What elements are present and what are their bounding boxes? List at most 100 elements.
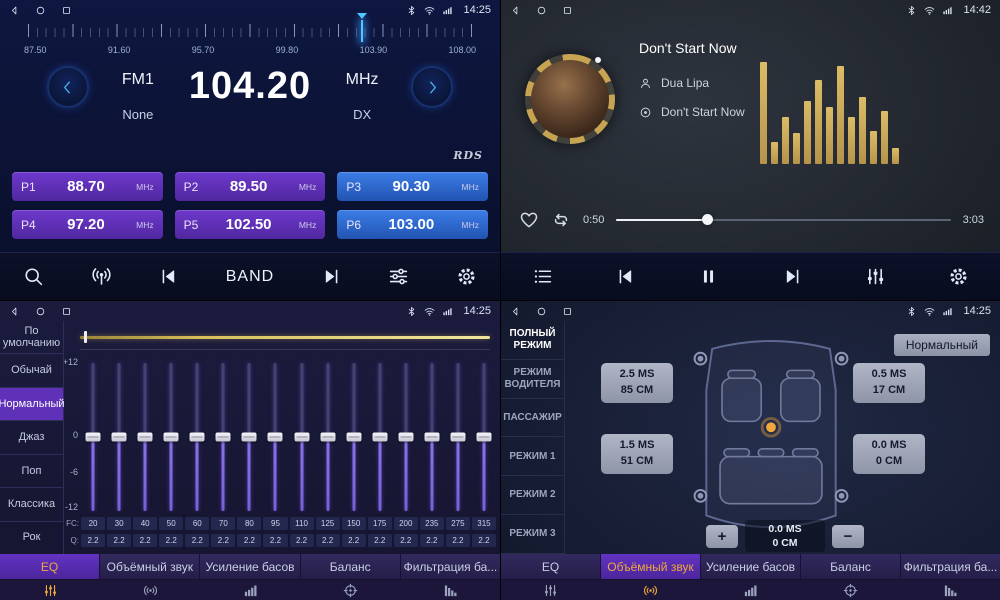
eq-preset-rock[interactable]: Рок xyxy=(0,522,63,554)
eq-band-slider[interactable] xyxy=(262,363,288,511)
back-icon[interactable] xyxy=(9,306,20,317)
mode-3[interactable]: РЕЖИМ 3 xyxy=(501,515,564,554)
seek-bar[interactable] xyxy=(616,213,950,227)
recents-icon[interactable] xyxy=(562,5,573,16)
tab-surround[interactable]: Объёмный звук xyxy=(601,554,701,579)
previous-track-icon[interactable] xyxy=(158,266,179,287)
tab-icon-cell[interactable] xyxy=(200,580,300,600)
eq-band-slider[interactable] xyxy=(341,363,367,511)
tab-icon-cell[interactable] xyxy=(501,580,601,600)
home-icon[interactable] xyxy=(536,5,547,16)
recents-icon[interactable] xyxy=(61,306,72,317)
mode-driver[interactable]: РЕЖИМ ВОДИТЕЛЯ xyxy=(501,360,564,399)
preset-button-p2[interactable]: P2 89.50 MHz xyxy=(175,172,326,201)
favorite-heart-icon[interactable] xyxy=(519,210,539,230)
eq-preset-normal[interactable]: Нормальный xyxy=(0,388,63,421)
tab-bass-boost[interactable]: Усиление басов xyxy=(701,554,801,579)
tab-icon-cell[interactable] xyxy=(0,580,100,600)
tab-icon-cell[interactable] xyxy=(601,580,701,600)
back-icon[interactable] xyxy=(9,5,20,16)
seek-down-button[interactable] xyxy=(49,68,87,106)
previous-track-icon[interactable] xyxy=(615,266,636,287)
tab-filtering[interactable]: Фильтрация ба... xyxy=(401,554,500,579)
tab-bass-boost[interactable]: Усиление басов xyxy=(200,554,300,579)
eq-band-slider[interactable] xyxy=(158,363,184,511)
eq-preset-pop[interactable]: Поп xyxy=(0,455,63,488)
recents-icon[interactable] xyxy=(562,306,573,317)
delay-front-right-button[interactable]: 0.5 MS 17 CM xyxy=(853,363,925,403)
progress-knob[interactable] xyxy=(702,214,713,225)
eq-band-slider[interactable] xyxy=(289,363,315,511)
tab-icon-cell[interactable] xyxy=(900,580,1000,600)
eq-band-slider[interactable] xyxy=(393,363,419,511)
eq-q-value: 2.2 xyxy=(368,534,392,547)
playlist-icon[interactable] xyxy=(532,266,553,287)
home-icon[interactable] xyxy=(536,306,547,317)
settings-gear-icon[interactable] xyxy=(456,266,477,287)
preset-button-p6[interactable]: P6 103.00 MHz xyxy=(337,210,488,239)
pause-icon[interactable] xyxy=(698,266,719,287)
home-icon[interactable] xyxy=(35,5,46,16)
audio-tabs: EQ Объёмный звук Усиление басов Баланс Ф… xyxy=(0,554,500,579)
search-icon[interactable] xyxy=(23,266,44,287)
preset-button-p4[interactable]: P4 97.20 MHz xyxy=(12,210,163,239)
eq-preset-classic[interactable]: Классика xyxy=(0,488,63,521)
delay-decrease-button[interactable]: − xyxy=(832,525,864,548)
tab-eq[interactable]: EQ xyxy=(0,554,100,579)
back-icon[interactable] xyxy=(510,306,521,317)
preset-button-p1[interactable]: P1 88.70 MHz xyxy=(12,172,163,201)
mode-2[interactable]: РЕЖИМ 2 xyxy=(501,476,564,515)
tab-balance[interactable]: Баланс xyxy=(301,554,401,579)
tab-icon-cell[interactable] xyxy=(300,580,400,600)
eq-band-slider[interactable] xyxy=(106,363,132,511)
mode-passenger[interactable]: ПАССАЖИР xyxy=(501,399,564,438)
eq-preset-jazz[interactable]: Джаз xyxy=(0,421,63,454)
tab-balance[interactable]: Баланс xyxy=(801,554,901,579)
mode-full[interactable]: ПОЛНЫЙ РЕЖИМ xyxy=(501,321,564,360)
band-button[interactable]: BAND xyxy=(226,268,274,286)
broadcast-icon[interactable] xyxy=(91,266,112,287)
next-track-icon[interactable] xyxy=(782,266,803,287)
tab-surround[interactable]: Объёмный звук xyxy=(100,554,200,579)
eq-band-slider[interactable] xyxy=(132,363,158,511)
home-icon[interactable] xyxy=(35,306,46,317)
tab-icon-cell[interactable] xyxy=(400,580,500,600)
eq-band-slider[interactable] xyxy=(315,363,341,511)
sound-profile-button[interactable]: Нормальный xyxy=(894,334,990,356)
delay-rear-left-button[interactable]: 1.5 MS 51 CM xyxy=(601,434,673,474)
tab-eq[interactable]: EQ xyxy=(501,554,601,579)
back-icon[interactable] xyxy=(510,5,521,16)
delay-cm: 51 CM xyxy=(601,454,673,470)
eq-band-slider[interactable] xyxy=(367,363,393,511)
seek-up-button[interactable] xyxy=(413,68,451,106)
preset-button-p3[interactable]: P3 90.30 MHz xyxy=(337,172,488,201)
next-track-icon[interactable] xyxy=(321,266,342,287)
delay-front-left-button[interactable]: 2.5 MS 85 CM xyxy=(601,363,673,403)
mode-1[interactable]: РЕЖИМ 1 xyxy=(501,437,564,476)
tab-icon-cell[interactable] xyxy=(800,580,900,600)
eq-band-slider[interactable] xyxy=(445,363,471,511)
tab-icon-cell[interactable] xyxy=(701,580,801,600)
eq-band-slider[interactable] xyxy=(236,363,262,511)
equalizer-icon[interactable] xyxy=(865,266,886,287)
preset-button-p5[interactable]: P5 102.50 MHz xyxy=(175,210,326,239)
tune-sliders-icon[interactable] xyxy=(388,266,409,287)
settings-gear-icon[interactable] xyxy=(948,266,969,287)
eq-band-slider[interactable] xyxy=(419,363,445,511)
eq-band-slider[interactable] xyxy=(184,363,210,511)
recents-icon[interactable] xyxy=(61,5,72,16)
eq-preset-custom[interactable]: Обычай xyxy=(0,354,63,387)
tab-icon-cell[interactable] xyxy=(100,580,200,600)
eq-master-slider-handle[interactable] xyxy=(84,331,87,343)
eq-band-slider[interactable] xyxy=(471,363,497,511)
delay-rear-right-button[interactable]: 0.0 MS 0 CM xyxy=(853,434,925,474)
eq-preset-default[interactable]: По умолчанию xyxy=(0,321,63,354)
eq-fc-value: 110 xyxy=(290,517,314,530)
eq-band-slider[interactable] xyxy=(210,363,236,511)
tab-filtering[interactable]: Фильтрация ба... xyxy=(901,554,1000,579)
eq-master-slider[interactable] xyxy=(80,331,490,343)
delay-increase-button[interactable]: + xyxy=(706,525,738,548)
eq-band-slider[interactable] xyxy=(80,363,106,511)
repeat-icon[interactable] xyxy=(551,210,571,230)
frequency-ruler[interactable] xyxy=(28,24,472,42)
